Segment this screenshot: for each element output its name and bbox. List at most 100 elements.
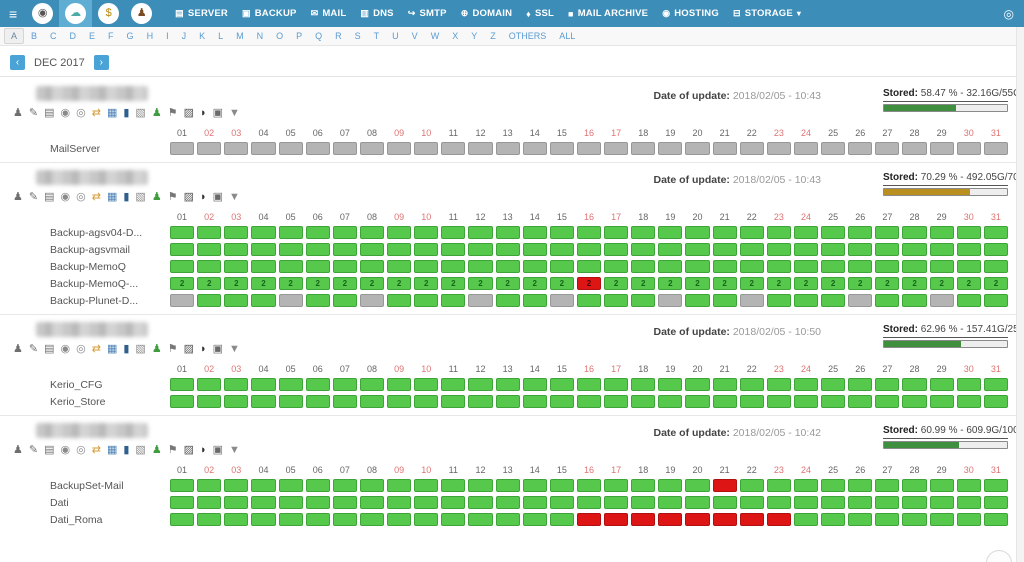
backup-cell[interactable] [794,142,818,155]
stats-icon[interactable]: ▨ [184,192,194,203]
backup-cell[interactable] [387,513,411,526]
backup-cell[interactable] [685,395,709,408]
backup-cell[interactable]: 2 [821,277,845,290]
backup-cell[interactable] [794,243,818,256]
backup-cell[interactable] [523,226,547,239]
backup-cell[interactable] [333,226,357,239]
backup-cell[interactable] [306,378,330,391]
chart-icon[interactable]: ▧ [135,192,145,203]
filter-j[interactable]: J [176,29,193,43]
backup-cell[interactable] [468,496,492,509]
filter-y[interactable]: Y [465,29,483,43]
nav-item-backup[interactable]: ▣BACKUP [242,8,297,19]
filter-z[interactable]: Z [484,29,502,43]
backup-cell[interactable] [251,513,275,526]
transfer-icon[interactable]: ⇄ [92,192,101,203]
filter-a[interactable]: A [4,28,24,44]
backup-cell[interactable] [414,243,438,256]
chart-icon[interactable]: ▧ [135,108,145,119]
backup-cell[interactable] [658,513,682,526]
backup-cell[interactable] [930,260,954,273]
backup-cell[interactable] [848,496,872,509]
filter-l[interactable]: L [212,29,229,43]
backup-cell[interactable]: 2 [604,277,628,290]
backup-cell[interactable] [631,496,655,509]
backup-cell[interactable]: 2 [197,277,221,290]
backup-cell[interactable] [740,378,764,391]
backup-cell[interactable] [604,395,628,408]
backup-cell[interactable]: 2 [550,277,574,290]
transfer-icon[interactable]: ⇄ [92,445,101,456]
nav-item-ssl[interactable]: ♦SSL [526,8,554,19]
stats-icon[interactable]: ▨ [184,445,194,456]
backup-cell[interactable] [577,395,601,408]
backup-cell[interactable] [902,479,926,492]
backup-cell[interactable] [279,378,303,391]
backup-cell[interactable] [523,496,547,509]
backup-cell[interactable] [848,294,872,307]
backup-cell[interactable] [468,243,492,256]
backup-cell[interactable] [170,479,194,492]
backup-cell[interactable] [387,142,411,155]
filter-b[interactable]: B [25,29,43,43]
backup-cell[interactable] [875,479,899,492]
chart-icon[interactable]: ▧ [135,445,145,456]
backup-cell[interactable] [631,142,655,155]
backup-cell[interactable] [441,142,465,155]
backup-cell[interactable] [848,226,872,239]
backup-cell[interactable] [197,243,221,256]
backup-cell[interactable] [360,378,384,391]
backup-cell[interactable] [685,260,709,273]
backup-cell[interactable] [984,513,1008,526]
backup-cell[interactable] [414,142,438,155]
backup-cell[interactable] [577,243,601,256]
backup-cell[interactable] [197,479,221,492]
backup-cell[interactable]: 2 [767,277,791,290]
backup-cell[interactable] [523,479,547,492]
backup-cell[interactable] [984,226,1008,239]
backup-cell[interactable] [658,496,682,509]
flag-icon[interactable]: ⚑ [168,445,178,456]
backup-cell[interactable] [875,243,899,256]
backup-cell[interactable] [306,226,330,239]
backup-cell[interactable] [821,378,845,391]
backup-cell[interactable] [713,260,737,273]
prev-month-button[interactable]: ‹ [10,55,25,70]
filter-m[interactable]: M [230,29,250,43]
backup-cell[interactable] [414,226,438,239]
app-cloud[interactable]: ☁ [59,0,92,27]
backup-cell[interactable] [550,294,574,307]
backup-cell[interactable]: 2 [523,277,547,290]
backup-cell[interactable] [550,513,574,526]
backup-cell[interactable] [794,260,818,273]
backup-cell[interactable] [279,513,303,526]
backup-cell[interactable] [170,378,194,391]
filter-k[interactable]: K [193,29,211,43]
hamburger-menu-icon[interactable]: ≡ [0,6,26,22]
backup-cell[interactable]: 2 [496,277,520,290]
backup-cell[interactable] [957,513,981,526]
filter-others[interactable]: OTHERS [503,29,553,43]
backup-cell[interactable] [984,479,1008,492]
backup-cell[interactable] [767,378,791,391]
user-green-icon[interactable]: ♟ [152,192,162,203]
archive-icon[interactable]: ▣ [213,108,223,119]
backup-cell[interactable] [902,294,926,307]
backup-cell[interactable] [631,260,655,273]
backup-cell[interactable] [496,496,520,509]
backup-cell[interactable] [333,395,357,408]
backup-cell[interactable] [821,513,845,526]
backup-cell[interactable] [713,395,737,408]
backup-cell[interactable] [333,243,357,256]
backup-cell[interactable] [604,294,628,307]
backup-cell[interactable] [957,395,981,408]
backup-cell[interactable] [848,260,872,273]
backup-cell[interactable] [713,378,737,391]
backup-cell[interactable] [279,496,303,509]
settings-gear-icon[interactable]: ◎ [1004,7,1014,21]
backup-cell[interactable] [794,395,818,408]
next-month-button[interactable]: › [94,55,109,70]
backup-cell[interactable] [306,260,330,273]
backup-cell[interactable]: 2 [713,277,737,290]
backup-cell[interactable] [387,226,411,239]
